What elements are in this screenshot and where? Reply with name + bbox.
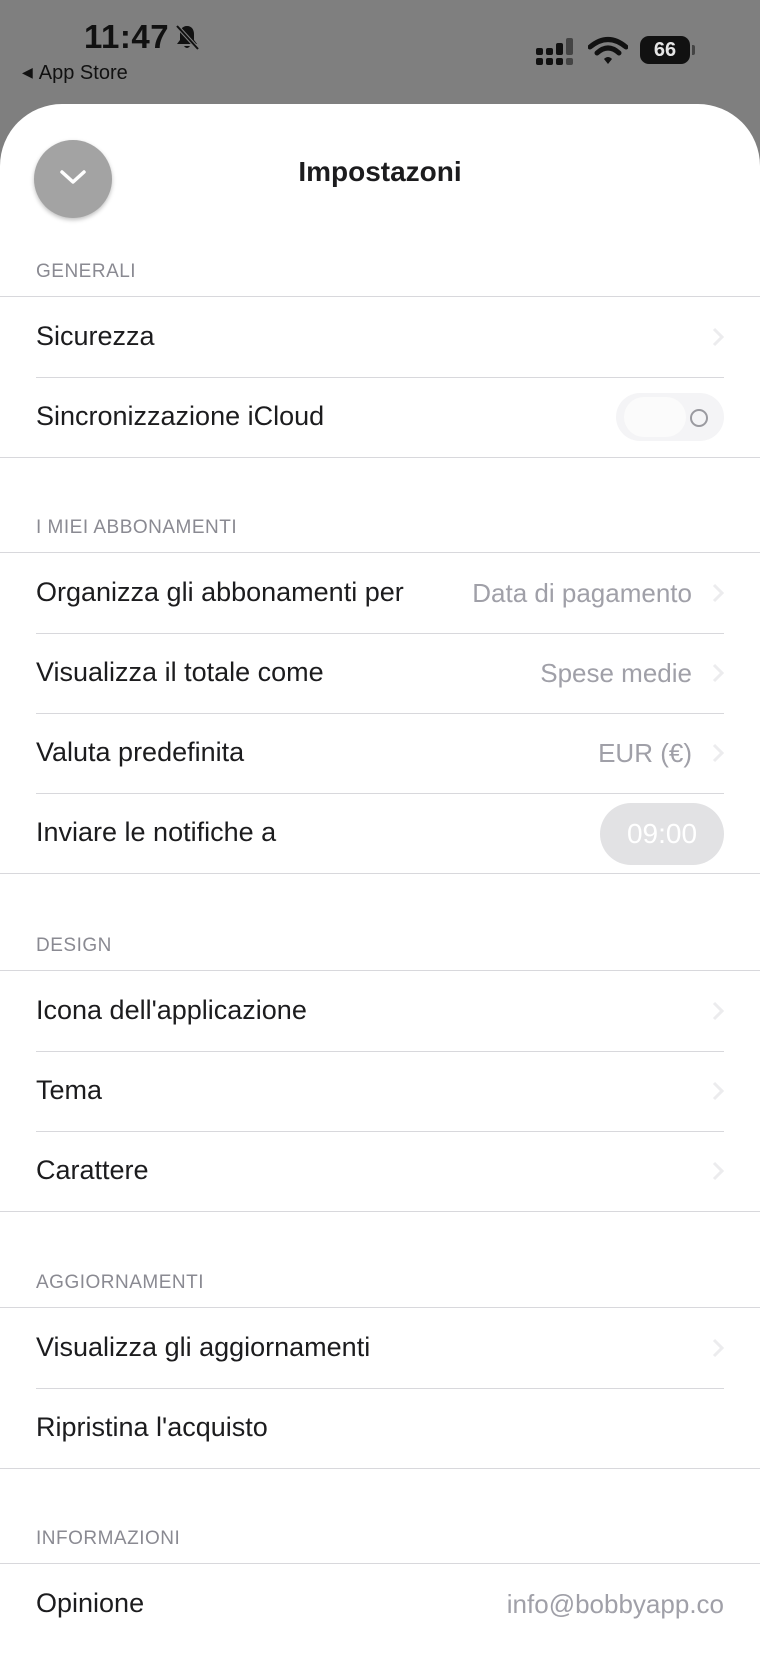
row-label: Organizza gli abbonamenti per [36,577,404,607]
row-value: Spese medie [540,658,692,688]
group-informazioni: Opinione info@bobbyapp.co [0,1563,760,1644]
section-header-generali: GENERALI [36,261,137,282]
group-abbonamenti: Organizza gli abbonamenti per Data di pa… [0,552,760,874]
chevron-right-icon [712,1001,724,1021]
chevron-right-icon [712,1161,724,1181]
row-label: Sicurezza [36,321,155,351]
group-design: Icona dell'applicazione Tema Carattere [0,970,760,1212]
back-link-label: App Store [38,62,128,84]
bell-slash-icon [172,22,202,52]
row-value: EUR (€) [598,738,692,768]
status-bar: 11:47 ◀ App Store 66 [0,0,760,100]
row-carattere[interactable]: Carattere [0,1131,760,1211]
row-label: Icona dell'applicazione [36,995,307,1025]
row-label: Valuta predefinita [36,737,245,767]
chevron-right-icon [712,327,724,347]
row-label: Carattere [36,1155,149,1185]
status-time: 11:47 [84,18,170,55]
chevron-right-icon [712,663,724,683]
row-label: Inviare le notifiche a [36,817,277,847]
row-totale[interactable]: Visualizza il totale come Spese medie [0,633,760,713]
notification-time-picker[interactable]: 09:00 [600,803,724,865]
row-valuta[interactable]: Valuta predefinita EUR (€) [0,713,760,793]
row-icloud-sync: Sincronizzazione iCloud [0,377,760,457]
battery-icon: 66 [640,36,696,64]
row-value: Data di pagamento [472,578,692,608]
row-visualizza-aggiornamenti[interactable]: Visualizza gli aggiornamenti [0,1308,760,1388]
row-notifiche: Inviare le notifiche a 09:00 [0,793,760,873]
back-triangle-icon: ◀ [22,64,33,80]
section-header-informazioni: INFORMAZIONI [36,1528,181,1549]
row-opinione[interactable]: Opinione info@bobbyapp.co [0,1564,760,1644]
row-label: Ripristina l'acquisto [36,1412,268,1442]
toggle-knob [624,397,686,437]
chevron-right-icon [712,1081,724,1101]
chevron-right-icon [712,1338,724,1358]
row-organizza[interactable]: Organizza gli abbonamenti per Data di pa… [0,553,760,633]
cellular-signal-icon [536,38,578,68]
row-label: Tema [36,1075,103,1105]
page-title: Impostazoni [298,156,462,187]
section-header-abbonamenti: I MIEI ABBONAMENTI [36,517,238,538]
settings-sheet: Impostazoni GENERALI Sicurezza Sincroniz… [0,104,760,1664]
row-sicurezza[interactable]: Sicurezza [0,297,760,377]
section-header-design: DESIGN [36,935,112,956]
group-aggiornamenti: Visualizza gli aggiornamenti Ripristina … [0,1307,760,1469]
row-label: Opinione [36,1588,145,1618]
toggle-off-indicator-icon [690,409,708,427]
chevron-right-icon [712,583,724,603]
group-generali: Sicurezza Sincronizzazione iCloud [0,296,760,458]
row-ripristina[interactable]: Ripristina l'acquisto [0,1388,760,1468]
back-to-app-store-link[interactable]: ◀ App Store [22,62,128,85]
row-icona[interactable]: Icona dell'applicazione [0,971,760,1051]
wifi-icon [587,36,629,66]
row-label: Visualizza gli aggiornamenti [36,1332,371,1362]
section-header-aggiornamenti: AGGIORNAMENTI [36,1272,205,1293]
battery-level: 66 [640,36,690,64]
chevron-right-icon [712,743,724,763]
icloud-sync-toggle[interactable] [616,393,724,441]
row-value: info@bobbyapp.co [506,1589,724,1619]
row-label: Visualizza il totale come [36,657,324,687]
row-label: Sincronizzazione iCloud [36,401,325,431]
row-tema[interactable]: Tema [0,1051,760,1131]
